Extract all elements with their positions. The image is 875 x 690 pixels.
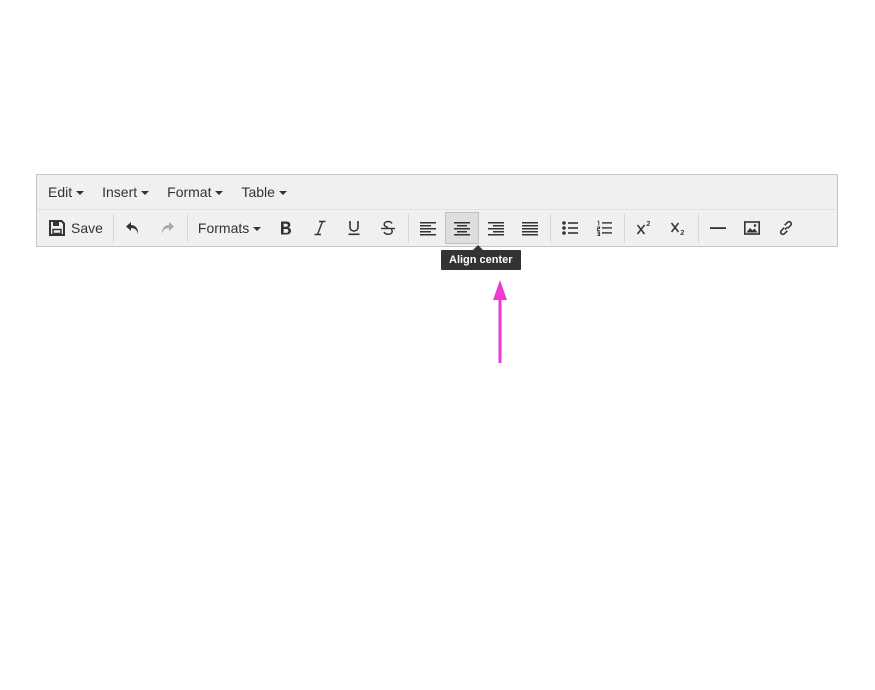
subscript-icon <box>671 222 685 235</box>
align-left-button[interactable] <box>411 212 445 244</box>
bold-icon <box>281 221 292 235</box>
numbered-list-button[interactable] <box>587 212 621 244</box>
toolbar-group-save: Save <box>40 210 113 246</box>
undo-button[interactable] <box>116 212 150 244</box>
toolbar-group-formatting: Formats <box>186 210 408 246</box>
menu-table[interactable]: Table <box>232 178 295 206</box>
caret-down-icon <box>76 190 85 195</box>
subscript-button[interactable] <box>661 212 695 244</box>
caret-down-icon <box>253 226 262 231</box>
annotation-arrow <box>493 280 507 363</box>
toolbar-group-lists <box>550 210 624 246</box>
align-left-icon <box>420 222 437 236</box>
formats-label: Formats <box>197 220 250 236</box>
redo-button[interactable] <box>150 212 184 244</box>
toolbar-group-script <box>624 210 698 246</box>
horizontal-rule-button[interactable] <box>701 212 735 244</box>
caret-down-icon <box>215 190 224 195</box>
underline-icon <box>348 221 360 236</box>
toolbar-group-history <box>112 210 187 246</box>
caret-down-icon <box>141 190 150 195</box>
toolbar-group-align <box>408 210 550 246</box>
horizontal-rule-icon <box>710 227 727 229</box>
image-icon <box>744 221 761 235</box>
floppy-disk-icon <box>49 220 65 236</box>
align-justify-button[interactable] <box>513 212 547 244</box>
superscript-icon <box>637 220 651 235</box>
menu-insert[interactable]: Insert <box>93 178 158 206</box>
toolbar: Save Formats <box>37 210 837 246</box>
strikethrough-button[interactable] <box>371 212 405 244</box>
menu-edit[interactable]: Edit <box>39 178 93 206</box>
link-icon <box>780 220 793 236</box>
menu-format[interactable]: Format <box>158 178 232 206</box>
italic-icon <box>314 220 326 236</box>
insert-image-button[interactable] <box>735 212 769 244</box>
align-justify-icon <box>522 222 539 236</box>
align-right-button[interactable] <box>479 212 513 244</box>
align-right-icon <box>488 222 505 236</box>
bullet-list-icon <box>562 221 579 235</box>
save-button-label: Save <box>71 220 103 236</box>
undo-icon <box>125 222 138 234</box>
caret-down-icon <box>278 190 287 195</box>
tooltip: Align center <box>441 245 521 270</box>
numbered-list-icon <box>597 220 613 236</box>
strikethrough-icon <box>381 220 396 236</box>
insert-link-button[interactable] <box>769 212 803 244</box>
redo-icon <box>161 222 174 234</box>
toolbar-group-insert <box>698 210 806 246</box>
bullet-list-button[interactable] <box>553 212 587 244</box>
formats-dropdown[interactable]: Formats <box>190 212 269 244</box>
bold-button[interactable] <box>269 212 303 244</box>
align-center-button[interactable] <box>445 212 480 244</box>
rich-text-editor: Edit Insert Format Table Save Formats <box>36 174 838 247</box>
superscript-button[interactable] <box>627 212 661 244</box>
tooltip-text: Align center <box>449 254 513 266</box>
save-button[interactable]: Save <box>43 212 110 244</box>
align-center-icon <box>454 222 471 236</box>
menubar: Edit Insert Format Table <box>37 175 837 210</box>
italic-button[interactable] <box>303 212 337 244</box>
underline-button[interactable] <box>337 212 371 244</box>
